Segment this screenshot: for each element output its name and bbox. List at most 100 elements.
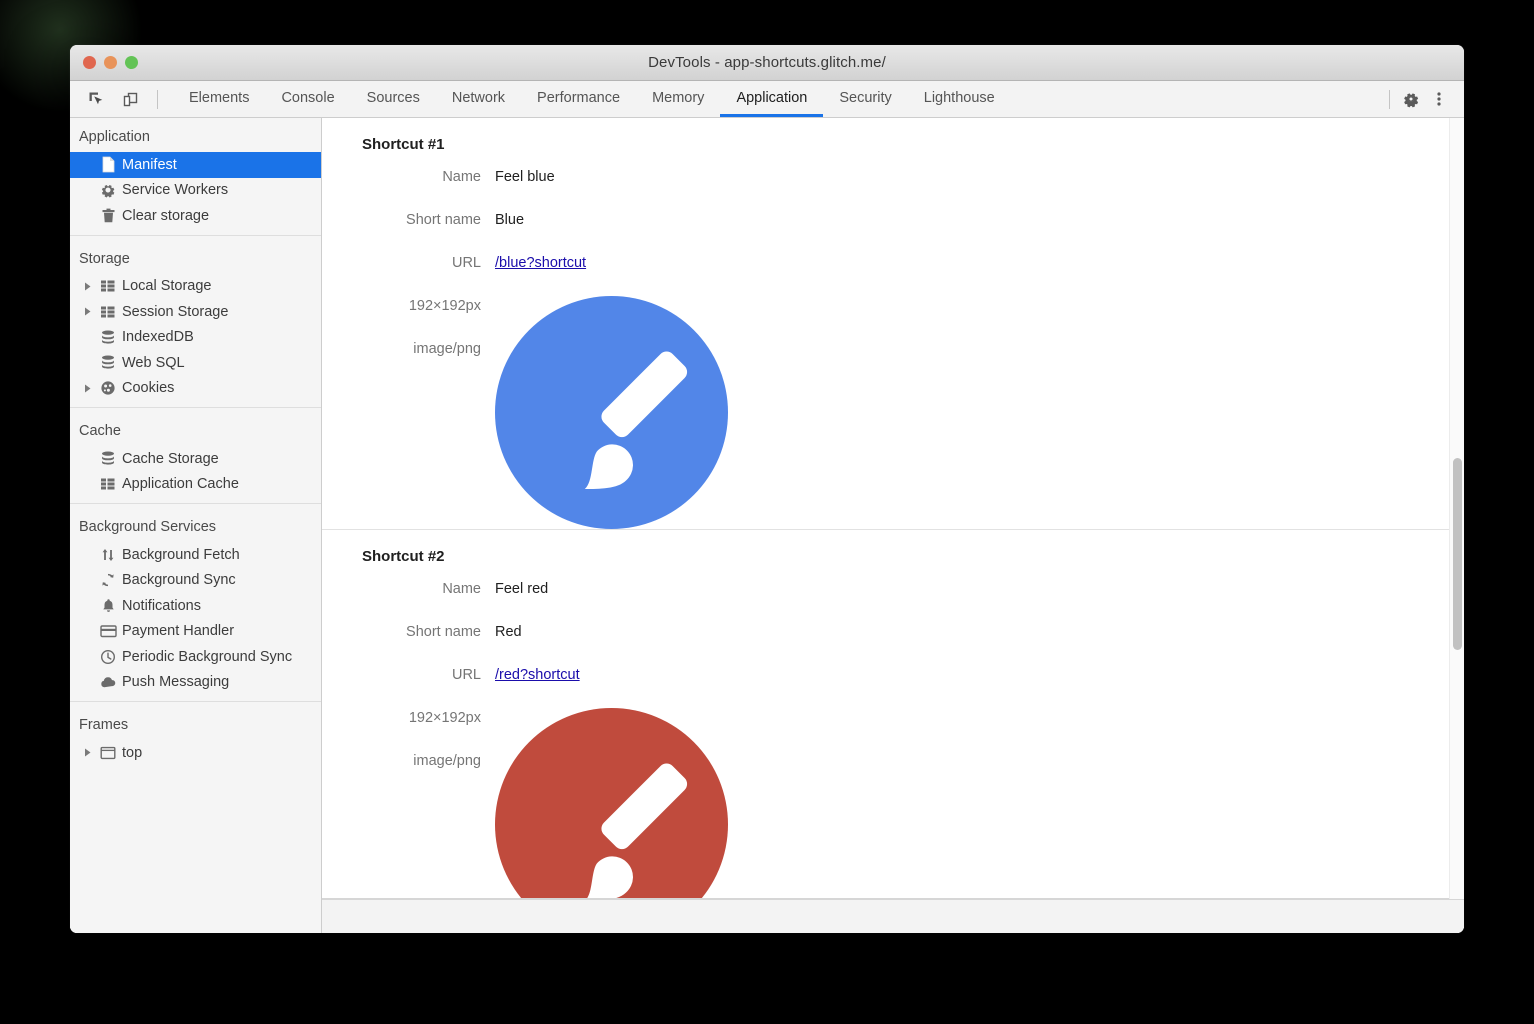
tab-network[interactable]: Network bbox=[436, 81, 521, 117]
content-scrollbar-track[interactable] bbox=[1449, 118, 1464, 899]
sidebar-item-label: Periodic Background Sync bbox=[120, 649, 292, 665]
devtools-panel: Application Manifest Service Work bbox=[70, 118, 1464, 933]
icon-type-label: image/png bbox=[322, 751, 481, 771]
tab-application[interactable]: Application bbox=[720, 81, 823, 117]
chevron-right-icon[interactable] bbox=[80, 748, 96, 757]
sidebar-group-frames: Frames top bbox=[70, 701, 321, 772]
field-value-url: /blue?shortcut bbox=[495, 253, 586, 273]
devtools-tabs: Elements Console Sources Network Perform… bbox=[173, 81, 1011, 117]
toolbar-divider-right bbox=[1389, 90, 1390, 109]
sidebar-item-indexeddb[interactable]: IndexedDB bbox=[70, 325, 321, 351]
tab-label: Network bbox=[452, 90, 505, 106]
tab-label: Console bbox=[281, 90, 334, 106]
shortcut-url-row: URL /red?shortcut bbox=[322, 665, 1449, 685]
sidebar-group-storage: Storage Local Storage bbox=[70, 235, 321, 408]
chevron-right-icon[interactable] bbox=[80, 282, 96, 291]
cookie-icon bbox=[96, 380, 120, 396]
database-icon bbox=[96, 451, 120, 466]
sidebar-group-header: Background Services bbox=[70, 514, 321, 542]
devtools-tabbar: Elements Console Sources Network Perform… bbox=[70, 81, 1464, 118]
application-sidebar[interactable]: Application Manifest Service Work bbox=[70, 118, 322, 933]
sync-icon bbox=[96, 572, 120, 588]
sidebar-item-background-sync[interactable]: Background Sync bbox=[70, 568, 321, 594]
sidebar-item-payment-handler[interactable]: Payment Handler bbox=[70, 619, 321, 645]
devtools-tool-icons bbox=[70, 81, 173, 117]
sidebar-item-label: Notifications bbox=[120, 598, 201, 614]
shortcut-icon-meta: 192×192px image/png bbox=[322, 708, 495, 771]
field-value-short-name: Red bbox=[495, 622, 522, 642]
sidebar-item-label: Payment Handler bbox=[120, 623, 234, 639]
field-value-name: Feel red bbox=[495, 579, 548, 599]
manifest-content: Shortcut #1 Name Feel blue Short name Bl… bbox=[322, 118, 1449, 899]
sidebar-item-label: Cookies bbox=[120, 380, 174, 396]
sidebar-item-label: Service Workers bbox=[120, 182, 228, 198]
content-scrollbar-thumb[interactable] bbox=[1453, 458, 1462, 650]
sidebar-item-clear-storage[interactable]: Clear storage bbox=[70, 203, 321, 229]
sidebar-item-periodic-background-sync[interactable]: Periodic Background Sync bbox=[70, 644, 321, 670]
updown-arrows-icon bbox=[96, 547, 120, 563]
window-title: DevTools - app-shortcuts.glitch.me/ bbox=[70, 54, 1464, 71]
manifest-view: Shortcut #1 Name Feel blue Short name Bl… bbox=[322, 118, 1464, 933]
shortcut-icon-row: 192×192px image/png bbox=[322, 296, 1449, 529]
sidebar-item-local-storage[interactable]: Local Storage bbox=[70, 274, 321, 300]
field-value-short-name: Blue bbox=[495, 210, 524, 230]
sidebar-item-background-fetch[interactable]: Background Fetch bbox=[70, 542, 321, 568]
sidebar-item-label: Session Storage bbox=[120, 304, 228, 320]
tab-console[interactable]: Console bbox=[265, 81, 350, 117]
sidebar-item-push-messaging[interactable]: Push Messaging bbox=[70, 670, 321, 696]
sidebar-item-label: Manifest bbox=[120, 157, 177, 173]
window-titlebar: DevTools - app-shortcuts.glitch.me/ bbox=[70, 45, 1464, 81]
tab-label: Lighthouse bbox=[924, 90, 995, 106]
sidebar-item-cache-storage[interactable]: Cache Storage bbox=[70, 446, 321, 472]
sidebar-item-cookies[interactable]: Cookies bbox=[70, 376, 321, 402]
tab-sources[interactable]: Sources bbox=[351, 81, 436, 117]
tab-lighthouse[interactable]: Lighthouse bbox=[908, 81, 1011, 117]
field-value-url: /red?shortcut bbox=[495, 665, 580, 685]
more-vertical-icon[interactable] bbox=[1426, 87, 1452, 111]
field-label-url: URL bbox=[322, 253, 495, 273]
inspect-element-icon[interactable] bbox=[83, 87, 109, 111]
shortcut-section-2: Shortcut #2 Name Feel red Short name Red… bbox=[322, 529, 1449, 899]
shortcut-short-name-row: Short name Red bbox=[322, 622, 1449, 642]
tab-elements[interactable]: Elements bbox=[173, 81, 265, 117]
gear-icon[interactable] bbox=[1398, 87, 1424, 111]
chevron-right-icon[interactable] bbox=[80, 384, 96, 393]
close-button[interactable] bbox=[83, 56, 96, 69]
sidebar-item-service-workers[interactable]: Service Workers bbox=[70, 178, 321, 204]
shortcut-url-link[interactable]: /blue?shortcut bbox=[495, 255, 586, 271]
tab-security[interactable]: Security bbox=[823, 81, 907, 117]
minimize-button[interactable] bbox=[104, 56, 117, 69]
sidebar-item-top-frame[interactable]: top bbox=[70, 740, 321, 766]
sidebar-group-header: Storage bbox=[70, 246, 321, 274]
sidebar-item-notifications[interactable]: Notifications bbox=[70, 593, 321, 619]
shortcut-url-row: URL /blue?shortcut bbox=[322, 253, 1449, 273]
sidebar-item-label: Background Sync bbox=[120, 572, 236, 588]
shortcut-name-row: Name Feel red bbox=[322, 579, 1449, 599]
sidebar-item-label: Clear storage bbox=[120, 208, 209, 224]
icon-type-label: image/png bbox=[322, 339, 481, 359]
sidebar-group-header: Frames bbox=[70, 712, 321, 740]
sidebar-item-session-storage[interactable]: Session Storage bbox=[70, 299, 321, 325]
shortcut-icon-preview[interactable] bbox=[495, 296, 728, 529]
sidebar-item-web-sql[interactable]: Web SQL bbox=[70, 350, 321, 376]
tabbar-right-controls bbox=[1383, 81, 1464, 117]
field-label-name: Name bbox=[322, 167, 495, 187]
maximize-button[interactable] bbox=[125, 56, 138, 69]
tab-label: Application bbox=[736, 90, 807, 106]
cloud-icon bbox=[96, 676, 120, 689]
table-icon bbox=[96, 477, 120, 491]
tab-memory[interactable]: Memory bbox=[636, 81, 720, 117]
device-toolbar-icon[interactable] bbox=[117, 87, 143, 111]
icon-size-label: 192×192px bbox=[322, 708, 481, 728]
sidebar-item-manifest[interactable]: Manifest bbox=[70, 152, 321, 178]
sidebar-item-label: Web SQL bbox=[120, 355, 185, 371]
paintbrush-icon bbox=[495, 708, 728, 899]
shortcut-title: Shortcut #1 bbox=[322, 136, 1449, 153]
sidebar-group-background-services: Background Services Background Fetch bbox=[70, 503, 321, 701]
shortcut-icon-preview[interactable] bbox=[495, 708, 728, 899]
sidebar-item-application-cache[interactable]: Application Cache bbox=[70, 472, 321, 498]
shortcut-url-link[interactable]: /red?shortcut bbox=[495, 667, 580, 683]
tab-performance[interactable]: Performance bbox=[521, 81, 636, 117]
bell-icon bbox=[96, 598, 120, 614]
chevron-right-icon[interactable] bbox=[80, 307, 96, 316]
